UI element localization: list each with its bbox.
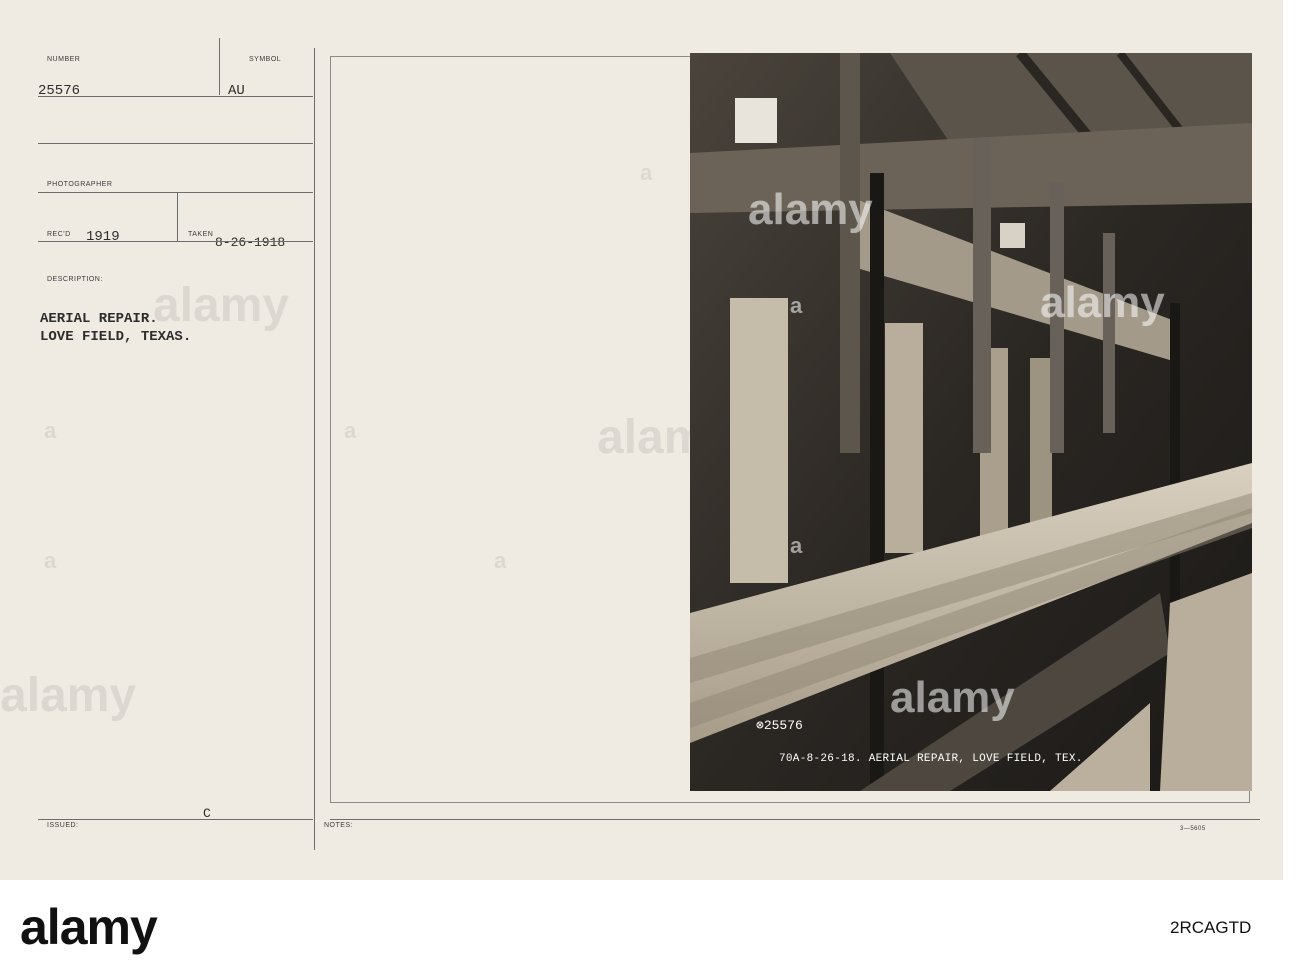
rule-line [38,143,313,144]
rule-line [38,819,313,820]
recd-value: 1919 [86,229,120,245]
negative-number: ⊗25576 [756,718,803,733]
rule-line [38,192,313,193]
footer-brand-logo: alamy [20,899,158,955]
taken-value: 8-26-1918 [215,235,286,250]
watermark-letter: a [790,293,803,318]
photo-caption: 70A-8-26-18. AERIAL REPAIR, LOVE FIELD, … [779,753,1083,765]
divider [177,193,178,241]
issued-label: ISSUED: [47,822,79,829]
rule-line [38,96,313,97]
watermark-letter: a [494,548,507,573]
watermark-letter: a [790,533,803,558]
description-line-1: AERIAL REPAIR. [40,311,158,327]
image-id: 2RCAGTD [1170,918,1252,937]
divider [219,38,220,95]
number-label: NUMBER [47,56,81,63]
rule-line [330,819,1260,820]
photograph: alamy alamy alamy a a ⊗25576 70A-8-26-18… [690,53,1252,791]
photographer-label: PHOTOGRAPHER [47,181,113,188]
watermark-logo: alamy [0,669,137,722]
symbol-label: SYMBOL [249,56,282,63]
notes-label: NOTES: [324,822,354,829]
rule-line [38,241,313,242]
watermark-logo: alamy [1040,278,1165,327]
watermark-letter: a [44,418,57,443]
stock-footer: alamy 2RCAGTD [0,880,1300,971]
recd-label: REC'D [47,231,71,238]
watermark-logo: alamy [153,279,290,332]
taken-label: TAKEN [188,231,214,238]
watermark-logo: alamy [748,185,873,234]
watermark-logo: alamy [890,673,1015,722]
description-label: DESCRIPTION: [47,276,103,283]
watermark-letter: a [640,160,653,185]
archive-record-card: NUMBER 25576 SYMBOL AU PHOTOGRAPHER REC'… [0,0,1283,880]
column-divider [314,48,315,850]
form-number: 3—5605 [1180,826,1206,832]
watermark-letter: a [44,548,57,573]
watermark-letter: a [344,418,357,443]
